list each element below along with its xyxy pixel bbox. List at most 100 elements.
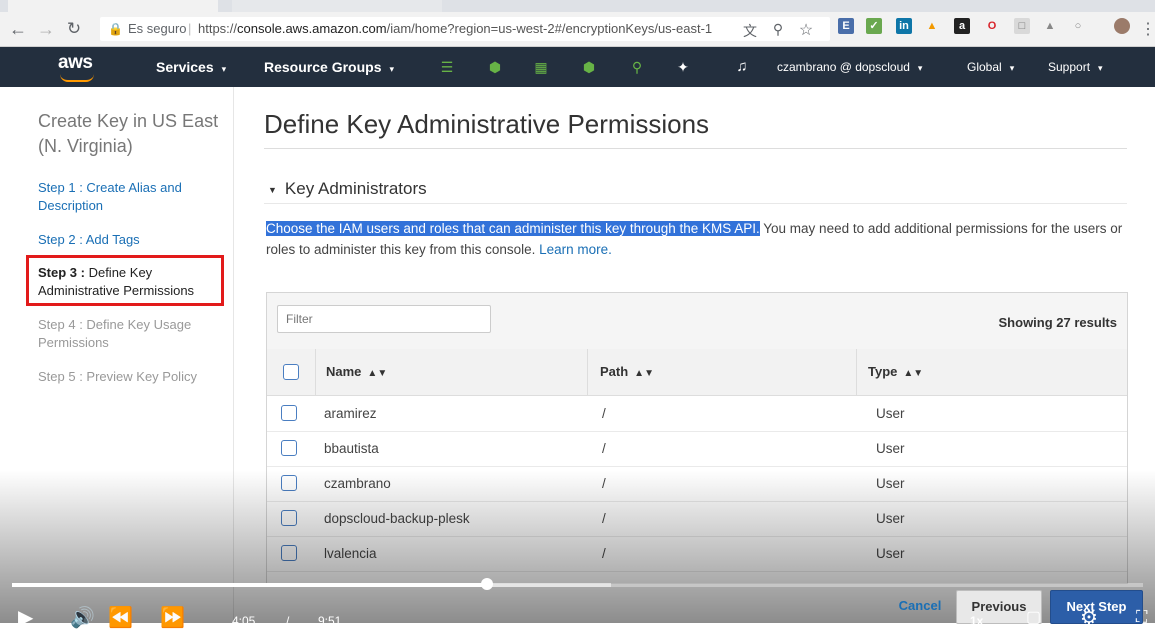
row-checkbox[interactable] [281, 510, 297, 526]
page-title: Define Key Administrative Permissions [264, 109, 710, 139]
forward-icon[interactable]: → [36, 19, 56, 40]
wizard-step-4: Step 4 : Define Key Usage Permissions [38, 317, 192, 350]
select-all-checkbox[interactable] [283, 364, 299, 380]
service-shortcut-icon[interactable]: ▦ [532, 57, 550, 77]
translate-icon[interactable]: 文 [740, 21, 760, 41]
url-text: https://console.aws.amazon.com/iam/home?… [198, 21, 713, 36]
fullscreen-icon[interactable]: ⛶ [1136, 608, 1147, 628]
services-menu[interactable]: Services ▾ [156, 47, 226, 87]
service-shortcut-icon[interactable]: ☰ [438, 57, 456, 77]
row-type: User [876, 511, 905, 526]
video-current-time: 4:05 [232, 614, 256, 628]
column-divider [315, 349, 316, 395]
row-checkbox[interactable] [281, 440, 297, 456]
row-checkbox[interactable] [281, 475, 297, 491]
browser-toolbar: ← → ↻ 🔒 Es seguro | https://console.aws.… [0, 12, 1155, 47]
browser-tab[interactable] [232, 0, 442, 12]
extension-icon[interactable]: □ [1014, 18, 1030, 34]
table-row[interactable]: czambrano / User [267, 466, 1127, 502]
account-menu[interactable]: czambrano @ dopscloud ▾ [777, 47, 922, 87]
divider [264, 148, 1127, 149]
playback-speed[interactable]: 1x [970, 614, 983, 628]
row-name: bbautista [324, 441, 379, 456]
column-header-path[interactable]: Path ▲︎▼︎ [600, 349, 654, 395]
drive-icon[interactable]: ▲ [924, 18, 940, 34]
row-path: / [602, 406, 606, 421]
service-shortcut-icon[interactable]: ⬢ [580, 57, 598, 77]
key-administrators-section-toggle[interactable]: ▼ Key Administrators [268, 179, 427, 199]
bell-icon[interactable]: ♫ [733, 57, 751, 77]
aws-console-header: aws Services ▾ Resource Groups ▾ ☰ ⬢ ▦ ⬢ ⚲… [0, 47, 1155, 87]
aws-smile-icon [60, 74, 94, 82]
video-progress-bar[interactable] [12, 583, 1143, 587]
row-checkbox[interactable] [281, 405, 297, 421]
wizard-step-3: Step 3 : Define Key Administrative Permi… [38, 265, 195, 298]
address-bar[interactable]: 🔒 Es seguro | https://console.aws.amazon… [100, 17, 830, 41]
collapse-triangle-icon: ▼ [268, 184, 277, 195]
aws-logo[interactable]: aws [58, 52, 102, 82]
extension-icon[interactable]: E [838, 18, 854, 34]
browser-menu-icon[interactable]: ⋮ [1138, 19, 1155, 39]
lock-icon: 🔒 [108, 22, 123, 36]
linkedin-icon[interactable]: in [896, 18, 912, 34]
theater-mode-icon[interactable]: ▢ [1026, 608, 1041, 628]
opera-icon[interactable]: O [984, 18, 1000, 34]
browser-tab-strip [0, 0, 1155, 12]
wizard-sidebar: Create Key in US East (N. Virginia) Step… [0, 87, 234, 623]
zoom-icon[interactable]: ⚲ [768, 21, 788, 38]
fast-forward-icon[interactable]: ⏩ [160, 608, 185, 628]
row-name: aramirez [324, 406, 377, 421]
row-type: User [876, 406, 905, 421]
row-name: dopscloud-backup-plesk [324, 511, 470, 526]
row-type: User [876, 546, 905, 561]
row-path: / [602, 511, 606, 526]
row-checkbox[interactable] [281, 545, 297, 561]
extension-icon[interactable]: ✓ [866, 18, 882, 34]
column-divider [856, 349, 857, 395]
chevron-down-icon: ▾ [389, 64, 395, 74]
learn-more-link[interactable]: Learn more. [539, 242, 612, 257]
wizard-step-5: Step 5 : Preview Key Policy [38, 369, 197, 384]
filter-input[interactable] [277, 305, 491, 333]
amazon-icon[interactable]: a [954, 18, 970, 34]
table-row[interactable]: lvalencia / User [267, 536, 1127, 572]
column-header-type[interactable]: Type ▲︎▼︎ [868, 349, 923, 395]
row-path: / [602, 441, 606, 456]
extension-icon[interactable]: ○ [1070, 18, 1086, 34]
profile-avatar[interactable] [1114, 18, 1130, 34]
row-type: User [876, 476, 905, 491]
resource-groups-menu[interactable]: Resource Groups ▾ [264, 47, 394, 87]
result-count: Showing 27 results [998, 315, 1117, 330]
table-toolbar: Showing 27 results [267, 293, 1127, 350]
users-roles-table: Showing 27 results Name▲︎▼︎ Path▲︎▼︎ Typ… [266, 292, 1128, 584]
section-description: Choose the IAM users and roles that can … [266, 221, 1123, 257]
rewind-icon[interactable]: ⏪ [108, 608, 133, 628]
extension-icon[interactable]: ▲ [1042, 18, 1058, 34]
reload-icon[interactable]: ↻ [64, 19, 84, 39]
sort-icon: ▲︎▼︎ [367, 368, 388, 379]
back-icon[interactable]: ← [8, 19, 28, 40]
secure-label: Es seguro [128, 21, 187, 36]
service-shortcut-icon[interactable]: ⬢ [486, 57, 504, 77]
bookmark-star-icon[interactable]: ☆ [796, 20, 816, 40]
selected-text: Choose the IAM users and roles that can … [266, 221, 760, 236]
region-menu[interactable]: Global ▾ [967, 47, 1014, 87]
settings-gear-icon[interactable]: ⚙ [1080, 608, 1098, 628]
table-row[interactable]: dopscloud-backup-plesk / User [267, 501, 1127, 537]
row-name: lvalencia [324, 546, 377, 561]
wizard-step-2[interactable]: Step 2 : Add Tags [38, 231, 218, 249]
play-icon[interactable]: ▶ [18, 608, 33, 628]
scrubber-handle[interactable] [481, 578, 494, 590]
volume-icon[interactable]: 🔊 [70, 608, 95, 628]
table-row[interactable]: bbautista / User [267, 431, 1127, 467]
row-path: / [602, 546, 606, 561]
cancel-button[interactable]: Cancel [892, 590, 948, 624]
column-header-name[interactable]: Name ▲︎▼︎ [326, 349, 387, 395]
wizard-step-1[interactable]: Step 1 : Create Alias and Description [38, 179, 218, 215]
table-row[interactable]: aramirez / User [267, 396, 1127, 432]
pin-icon[interactable]: ✦ [674, 57, 692, 77]
key-shortcut-icon[interactable]: ⚲ [628, 57, 646, 77]
chevron-down-icon: ▾ [1009, 63, 1015, 73]
browser-tab-active[interactable] [8, 0, 218, 12]
support-menu[interactable]: Support ▾ [1048, 47, 1103, 87]
